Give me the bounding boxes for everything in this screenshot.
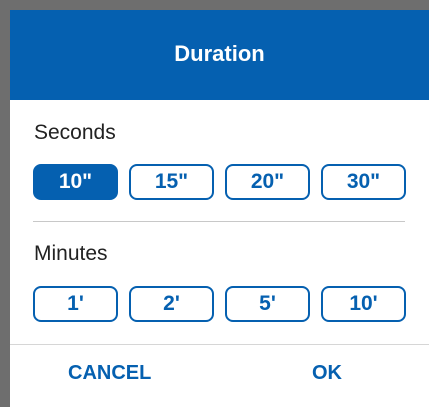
minutes-option-5[interactable]: 5' <box>225 286 310 322</box>
seconds-option-20[interactable]: 20" <box>225 164 310 200</box>
section-divider <box>33 221 405 222</box>
cancel-button[interactable]: CANCEL <box>68 362 151 385</box>
minutes-section-label: Minutes <box>34 242 108 265</box>
footer-divider <box>10 344 429 345</box>
dialog-title: Duration <box>174 41 265 66</box>
ok-button[interactable]: OK <box>312 362 342 385</box>
seconds-options: 10" 15" 20" 30" <box>33 164 406 200</box>
duration-dialog: Duration Seconds 10" 15" 20" 30" Minutes… <box>10 10 429 407</box>
seconds-option-30[interactable]: 30" <box>321 164 406 200</box>
dialog-header: Duration <box>10 10 429 100</box>
minutes-option-10[interactable]: 10' <box>321 286 406 322</box>
seconds-option-15[interactable]: 15" <box>129 164 214 200</box>
minutes-options: 1' 2' 5' 10' <box>33 286 406 322</box>
minutes-option-2[interactable]: 2' <box>129 286 214 322</box>
seconds-option-10[interactable]: 10" <box>33 164 118 200</box>
seconds-section-label: Seconds <box>34 121 116 144</box>
minutes-option-1[interactable]: 1' <box>33 286 118 322</box>
